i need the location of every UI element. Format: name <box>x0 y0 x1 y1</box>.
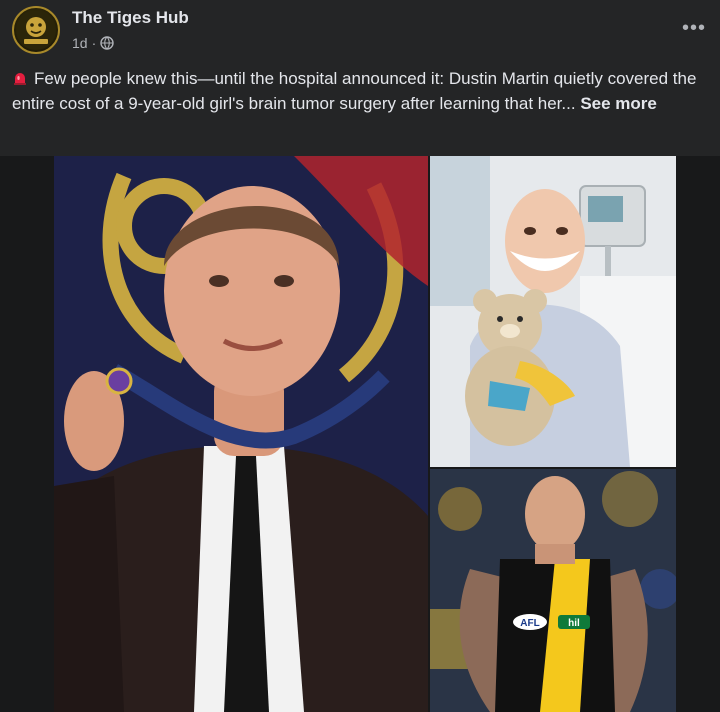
siren-icon <box>12 70 28 86</box>
post-media: AFL hil <box>0 156 720 712</box>
jersey-logo-hil: hil <box>568 618 580 629</box>
see-more-link[interactable]: See more <box>580 94 657 113</box>
more-options-icon[interactable]: ••• <box>680 16 708 40</box>
photo-man-with-medal[interactable] <box>54 156 428 712</box>
meta-separator: · <box>91 35 97 51</box>
photo-child-with-teddy-bear[interactable] <box>430 156 676 467</box>
post-meta: 1d · <box>72 35 114 51</box>
jersey-logo-afl: AFL <box>520 618 539 629</box>
tiger-crest-icon <box>16 10 56 50</box>
avatar[interactable] <box>12 6 60 54</box>
globe-icon[interactable] <box>100 36 114 50</box>
post-header: The Tiges Hub 1d · ••• <box>0 0 720 60</box>
timestamp[interactable]: 1d <box>72 35 88 51</box>
photo-footballer-in-jersey[interactable]: AFL hil <box>430 469 676 712</box>
page-name[interactable]: The Tiges Hub <box>72 8 189 28</box>
post-text: Few people knew this—until the hospital … <box>0 60 720 156</box>
